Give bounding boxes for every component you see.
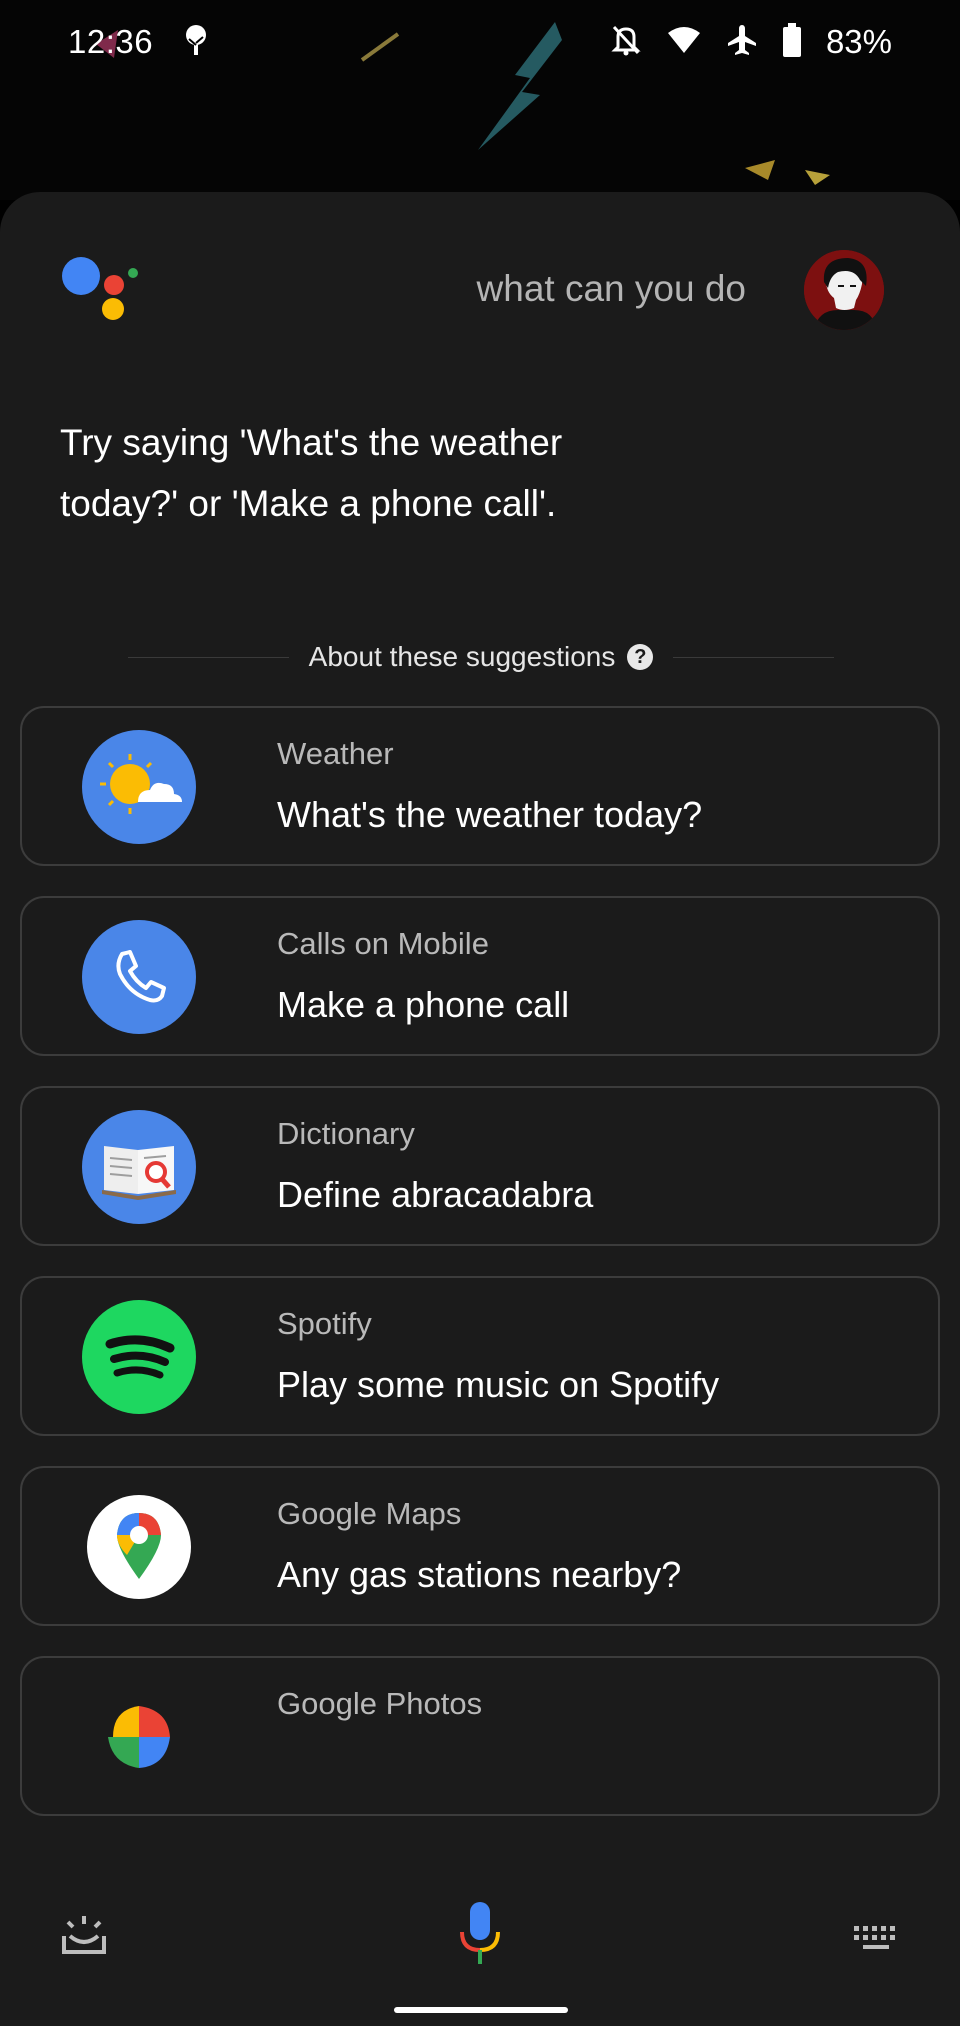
status-time: 12:36 [68,23,154,60]
divider-left [128,656,289,658]
weather-sun-cloud-icon [82,730,196,844]
phone-icon [82,920,196,1034]
user-query[interactable]: what can you do [477,268,746,310]
google-photos-icon [82,1680,196,1794]
card-category: Google Maps [277,1496,462,1531]
home-indicator[interactable] [394,2007,568,2013]
status-bar: 12:36 83% [0,0,960,84]
card-category: Weather [277,736,394,771]
battery-percent: 83% [825,23,892,60]
google-assistant-logo [60,254,140,324]
suggestion-card-calls[interactable]: Calls on Mobile Make a phone call [20,896,940,1056]
suggestion-card-maps[interactable]: Google Maps Any gas stations nearby? [20,1466,940,1626]
card-category: Calls on Mobile [277,926,489,961]
card-title: What's the weather today? [277,794,703,835]
card-title: Make a phone call [277,984,570,1025]
card-title: Define abracadabra [277,1174,594,1215]
battery-icon [782,22,802,62]
wifi-icon [666,25,702,60]
dictionary-book-icon [82,1110,196,1224]
google-maps-icon [87,1495,191,1599]
divider-right [673,656,835,658]
tree-icon [179,23,213,62]
card-title: Any gas stations nearby? [277,1554,682,1595]
help-icon[interactable]: ? [627,644,654,670]
card-category: Dictionary [277,1116,415,1151]
spotify-icon [82,1300,196,1414]
about-suggestions-link[interactable]: About these suggestions ? [309,641,654,673]
about-suggestions-label: About these suggestions [308,641,616,672]
bottom-bar [0,1870,960,1990]
card-title: Play some music on Spotify [277,1364,720,1405]
user-avatar[interactable] [804,250,884,330]
assistant-prompt: Try saying 'What's the weather today?' o… [60,422,563,524]
bell-off-icon [610,23,642,62]
card-category: Google Photos [277,1686,483,1721]
suggestion-card-photos[interactable]: Google Photos [20,1656,940,1816]
card-category: Spotify [277,1306,372,1341]
assistant-sheet: what can you do Try saying 'What's the w… [0,192,960,2026]
suggestion-card-dictionary[interactable]: Dictionary Define abracadabra [20,1086,940,1246]
microphone-icon[interactable] [458,1898,502,1973]
suggestions-header: About these suggestions ? [128,632,835,682]
suggestion-list: Weather What's the weather today? Calls … [20,706,940,1946]
suggestion-card-weather[interactable]: Weather What's the weather today? [20,706,940,866]
keyboard-icon[interactable] [852,1924,900,1959]
suggestion-card-spotify[interactable]: Spotify Play some music on Spotify [20,1276,940,1436]
airplane-icon [726,23,758,62]
snapshot-icon[interactable] [60,1910,108,1963]
